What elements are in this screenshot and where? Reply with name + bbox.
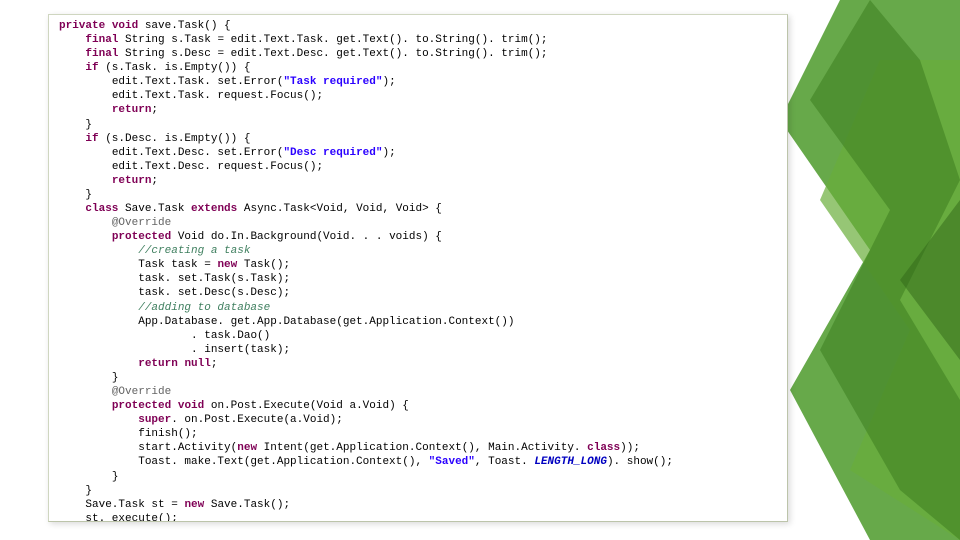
- code-block: private void save.Task() { final String …: [48, 14, 788, 522]
- slide: private void save.Task() { final String …: [0, 0, 960, 540]
- code-text: private void save.Task() { final String …: [59, 19, 777, 522]
